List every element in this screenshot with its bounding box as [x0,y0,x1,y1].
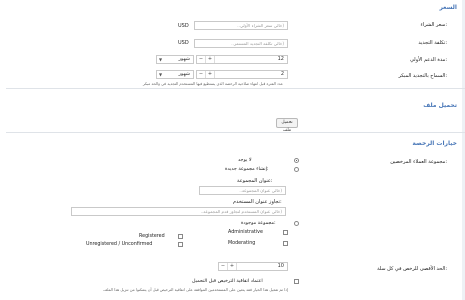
purchase-options-title: خيارات الرخصة [412,140,457,147]
user-group-label: مجموعة العملاء المرخصين: [390,159,447,165]
decrement-button[interactable]: − [197,56,206,63]
new-group-option-label: إنشاء مجموعة جديدة: [225,167,269,172]
override-title-label: تجاوز عنوان المستخدم: [233,199,282,205]
initial-duration-unit-select[interactable]: ▼ شهور [156,55,194,64]
early-renewal-unit-select[interactable]: ▼ شهور [156,70,194,79]
group-registered-label: Registered [139,234,165,239]
accept-terms-label: اعتماد اتفاقية الترخيص قبل التحميل [192,279,263,284]
chevron-down-icon: ▼ [159,57,163,62]
group-moderating-label: Moderating [228,241,256,246]
override-title-input[interactable]: (خالي عنوان المستخدم لتجاوز قدم المجموعة… [71,207,286,216]
purchase-cost-label: سعر الشراء: [420,22,447,28]
increment-button[interactable]: + [228,263,237,270]
increment-button[interactable]: + [206,56,215,63]
group-unregistered-checkbox[interactable] [178,242,183,247]
initial-duration-label: مدة الدعم الأولي: [410,57,447,63]
file-section-title: تحميل ملف [423,102,457,109]
group-unregistered-label: Unregistered / Unconfirmed [86,242,153,247]
max-per-user-label: الحد الأقصى للرخص في كل سلة: [377,266,447,272]
early-renewal-label: السماح بالتجديد المبكر: [398,73,447,79]
accept-terms-hint: إذا تم تفعيل هذا الخيار فقد يتعين على ال… [103,287,288,292]
renewal-cost-label: تكلفة التجديد: [418,40,447,46]
group-title-label: عنوان المجموعة: [237,178,273,184]
pricing-section-title: السعر [439,4,457,11]
accept-terms-checkbox[interactable] [294,279,299,284]
pricing-section: السعر سعر الشراء: USD (خالي سعر الشراء ا… [6,0,465,89]
file-section: تحميل ملف تحميل ملف [6,92,465,133]
none-radio[interactable] [294,158,299,163]
upload-file-button[interactable]: تحميل ملف [276,118,298,133]
decrement-button[interactable]: − [219,263,228,270]
none-option-label: لا يوجد [238,158,252,163]
early-renewal-stepper[interactable]: − + 2 [196,70,288,79]
new-group-radio[interactable] [294,167,299,172]
existing-group-option-label: مجموعة موجودة: [241,221,276,226]
purchase-cost-input[interactable]: (خالي سعر الشراء الأولي.. [194,21,288,30]
renewal-cost-unit: USD [178,40,189,46]
group-registered-checkbox[interactable] [178,234,183,239]
early-renewal-hint: عدد الفترة قبل انتهاء صلاحية الرخصة الذي… [142,81,283,86]
purchase-cost-unit: USD [178,23,189,29]
chevron-down-icon: ▼ [159,72,163,77]
renewal-cost-input[interactable]: (خالي تكلفة التجديد المستمر.. [194,39,288,48]
purchase-options-section: خيارات الرخصة مجموعة العملاء المرخصين: ل… [6,134,465,300]
initial-duration-stepper[interactable]: − + 12 [196,55,288,64]
increment-button[interactable]: + [206,71,215,78]
settings-page: السعر سعر الشراء: USD (خالي سعر الشراء ا… [0,0,465,300]
max-per-user-stepper[interactable]: − + 10 [218,262,288,271]
group-moderating-checkbox[interactable] [283,241,288,246]
group-administrative-label: Administrative [228,230,263,235]
decrement-button[interactable]: − [197,71,206,78]
group-administrative-checkbox[interactable] [283,230,288,235]
existing-group-radio[interactable] [294,221,299,226]
group-title-input[interactable]: (خالي عنوان المجموعة.. [199,186,286,195]
